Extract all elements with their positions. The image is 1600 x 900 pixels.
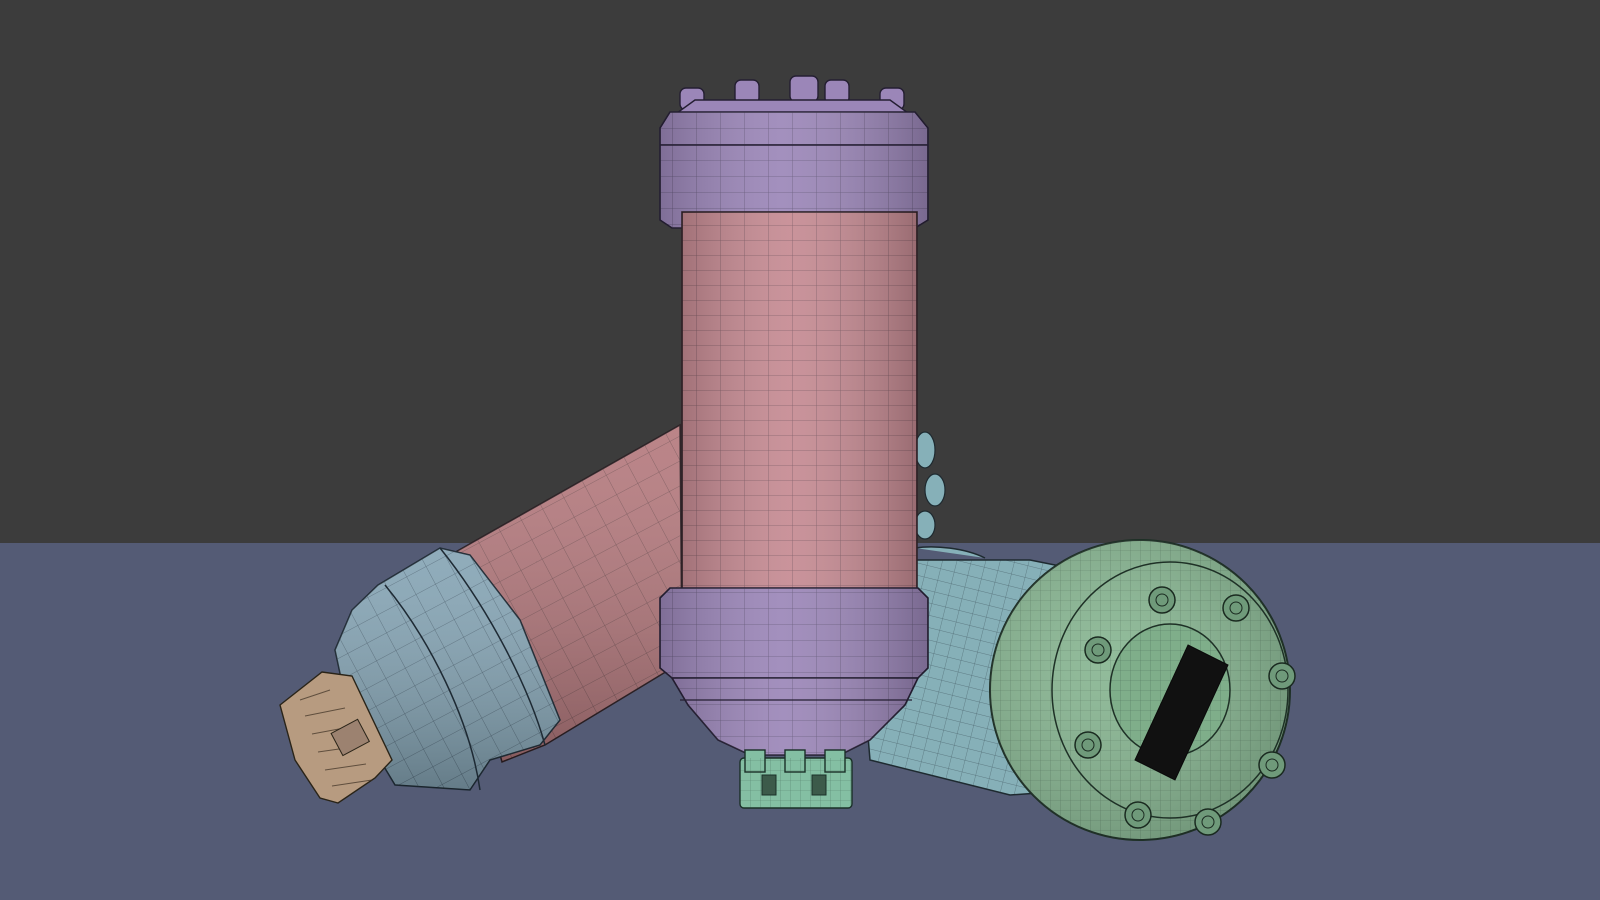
render-scene: [0, 0, 1600, 900]
standing-canister-center: [659, 75, 929, 809]
3d-viewport[interactable]: [0, 0, 1600, 900]
